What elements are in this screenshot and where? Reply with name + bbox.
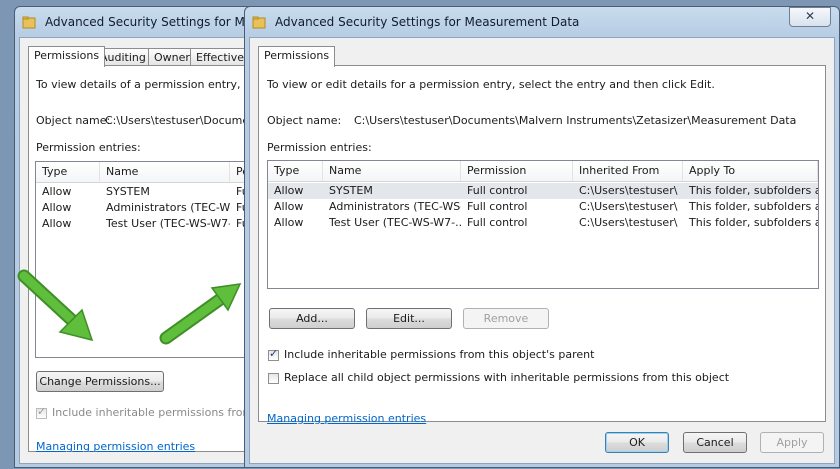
include-inheritable-label[interactable]: Include inheritable permissions from thi… (284, 348, 594, 361)
replace-child-checkbox[interactable] (268, 373, 279, 384)
back-col-type[interactable]: Type (36, 162, 100, 182)
folder-icon (22, 16, 36, 29)
cell-inherited-from: C:\Users\testuser\ (579, 184, 678, 197)
cell-permission: Full control (467, 184, 528, 197)
cell-permission: Full control (467, 200, 528, 213)
cell-type: Allow (42, 185, 72, 198)
include-inheritable-checkbox[interactable] (268, 347, 279, 361)
edit-button[interactable]: Edit... (366, 308, 452, 329)
cell-inherited-from: C:\Users\testuser\ (579, 216, 678, 229)
back-col-name[interactable]: Name (100, 162, 230, 182)
cell-type: Allow (42, 201, 72, 214)
cell-type: Allow (42, 217, 72, 230)
change-permissions-button[interactable]: Change Permissions... (36, 371, 164, 392)
front-window-title: Advanced Security Settings for Measureme… (275, 15, 580, 29)
cell-permission: Full control (467, 216, 528, 229)
cell-type: Allow (274, 200, 304, 213)
front-titlebar[interactable]: Advanced Security Settings for Measureme… (245, 7, 839, 37)
back-titlebar[interactable]: Advanced Security Settings for Measureme… (15, 7, 280, 37)
cell-name: Administrators (TEC-WS-... (106, 201, 230, 214)
close-icon: ✕ (804, 9, 816, 23)
col-name[interactable]: Name (323, 161, 461, 181)
back-window: Advanced Security Settings for Measureme… (14, 6, 281, 468)
cell-apply-to: This folder, subfolders a... (689, 200, 818, 213)
table-row[interactable]: Allow Test User (TEC-WS-W7-... Full cont… (268, 215, 818, 231)
arrow-annotation-right (159, 283, 242, 345)
list-header: Type Name Permission Inherited From Appl… (268, 161, 818, 182)
cell-name: Test User (TEC-WS-W7-... (329, 216, 461, 229)
ok-button[interactable]: OK (605, 432, 669, 453)
arrow-annotation-left (17, 269, 94, 342)
cell-apply-to: This folder, subfolders a... (689, 216, 818, 229)
table-row[interactable]: Allow SYSTEM Full control C:\Users\testu… (268, 183, 818, 199)
cell-type: Allow (274, 216, 304, 229)
back-tab-owner[interactable]: Owner (148, 48, 196, 66)
tab-permissions[interactable]: Permissions (258, 46, 336, 67)
add-button[interactable]: Add... (269, 308, 355, 329)
cell-type: Allow (274, 184, 304, 197)
front-window: Advanced Security Settings for Measureme… (244, 6, 840, 468)
col-apply-to[interactable]: Apply To (683, 161, 818, 181)
back-managing-link[interactable]: Managing permission entries (36, 440, 195, 453)
front-object-value: C:\Users\testuser\Documents\Malvern Inst… (354, 114, 797, 127)
front-entries-label: Permission entries: (267, 141, 372, 154)
replace-child-label[interactable]: Replace all child object permissions wit… (284, 371, 729, 384)
back-entries-label: Permission entries: (36, 141, 141, 154)
front-intro: To view or edit details for a permission… (267, 78, 715, 91)
folder-icon (252, 16, 266, 29)
back-tab-permissions[interactable]: Permissions (28, 46, 106, 67)
cell-inherited-from: C:\Users\testuser\ (579, 200, 678, 213)
permission-entries-list[interactable]: Type Name Permission Inherited From Appl… (267, 160, 819, 289)
close-button[interactable]: ✕ (789, 7, 831, 27)
table-row[interactable]: Allow Administrators (TEC-WS-... Full co… (268, 199, 818, 215)
remove-button[interactable]: Remove (463, 308, 549, 329)
back-tabpage: To view details of a permission entry, d… (28, 65, 280, 453)
back-client: Permissions Auditing Owner Effective Per… (19, 37, 280, 464)
cell-apply-to: This folder, subfolders a... (689, 184, 818, 197)
managing-permission-entries-link[interactable]: Managing permission entries (267, 412, 426, 425)
col-inherited-from[interactable]: Inherited From (573, 161, 683, 181)
front-tabpage: To view or edit details for a permission… (258, 65, 826, 425)
front-object-label: Object name: (267, 114, 342, 127)
front-client: Permissions To view or edit details for … (249, 37, 835, 464)
back-object-label: Object name: (36, 114, 111, 127)
cell-name: Administrators (TEC-WS-... (329, 200, 461, 213)
apply-button[interactable]: Apply (760, 432, 824, 453)
col-permission[interactable]: Permission (461, 161, 573, 181)
cell-name: Test User (TEC-WS-W7-... (106, 217, 230, 230)
cell-name: SYSTEM (329, 184, 373, 197)
back-inherit-checkbox[interactable] (36, 405, 47, 419)
col-type[interactable]: Type (268, 161, 323, 181)
cancel-button[interactable]: Cancel (683, 432, 747, 453)
cell-name: SYSTEM (106, 185, 150, 198)
